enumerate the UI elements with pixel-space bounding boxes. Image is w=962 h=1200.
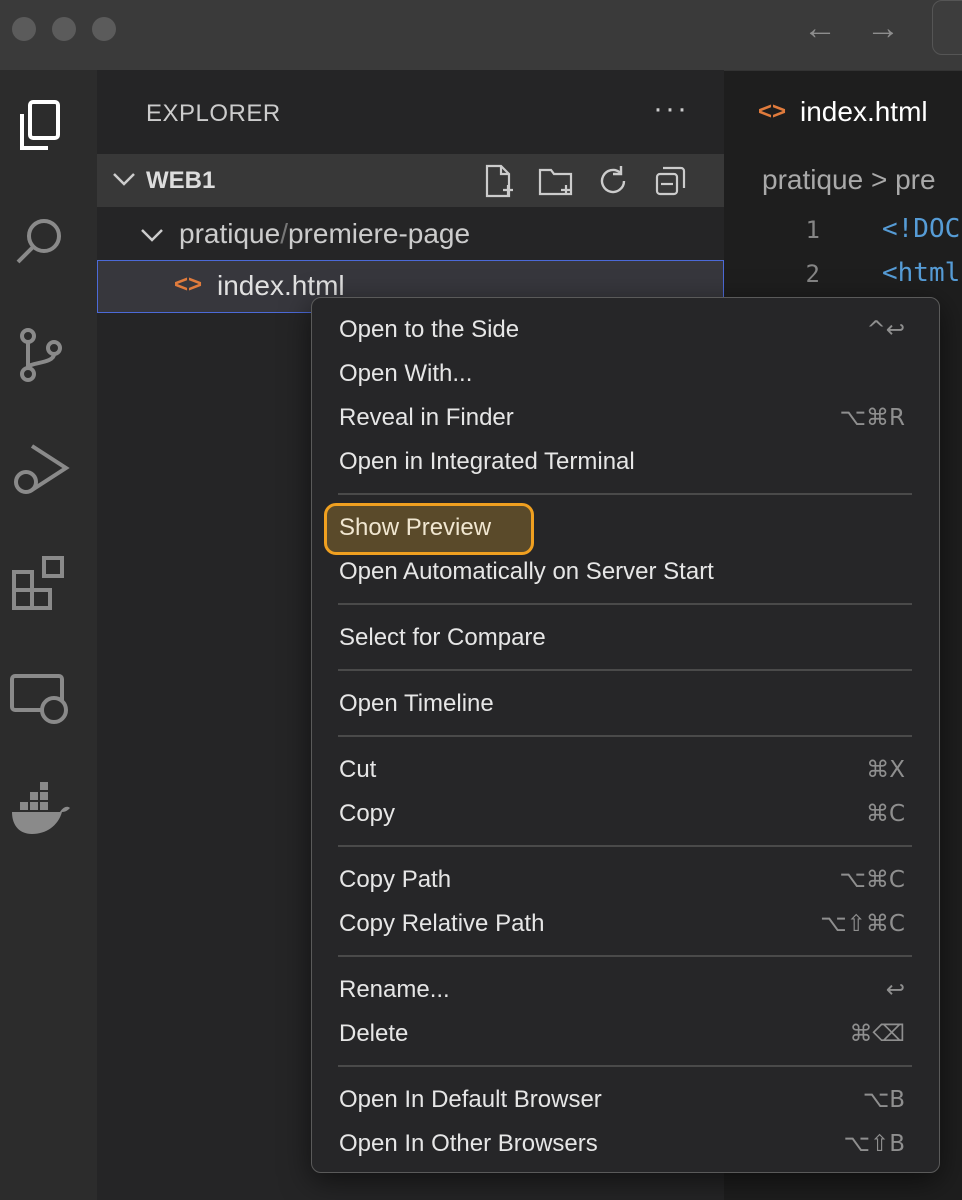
menu-item-select-for-compare[interactable]: Select for Compare bbox=[312, 617, 939, 661]
new-folder-icon[interactable] bbox=[537, 162, 575, 200]
run-debug-icon[interactable] bbox=[8, 436, 72, 500]
forward-arrow-icon[interactable]: → bbox=[866, 10, 900, 46]
menu-item-label: Cut bbox=[339, 756, 377, 783]
docker-icon[interactable] bbox=[8, 778, 72, 842]
workspace-section-header[interactable]: WEB1 bbox=[97, 154, 724, 207]
menu-item-shortcut: ⌘C bbox=[865, 801, 905, 827]
explorer-files-icon[interactable] bbox=[8, 94, 72, 158]
menu-item-label: Rename... bbox=[339, 976, 450, 1003]
menu-item-label: Open In Other Browsers bbox=[339, 1130, 598, 1157]
menu-item-label: Delete bbox=[339, 1020, 409, 1047]
menu-item-open-automatically[interactable]: Open Automatically on Server Start bbox=[312, 551, 939, 595]
menu-separator bbox=[338, 1065, 912, 1067]
line-number: 1 bbox=[805, 216, 820, 244]
line-number: 2 bbox=[805, 260, 820, 288]
menu-item-reveal-in-finder[interactable]: Reveal in Finder ⌥⌘R bbox=[312, 397, 939, 441]
folder-row[interactable]: pratique/premiere-page bbox=[97, 212, 724, 258]
explorer-title: EXPLORER bbox=[146, 100, 281, 127]
menu-item-copy-path[interactable]: Copy Path ⌥⌘C bbox=[312, 859, 939, 903]
source-control-icon[interactable] bbox=[8, 322, 72, 386]
menu-item-label: Reveal in Finder bbox=[339, 404, 514, 431]
menu-item-copy-relative-path[interactable]: Copy Relative Path ⌥⇧⌘C bbox=[312, 903, 939, 947]
menu-item-label: Copy Path bbox=[339, 866, 452, 893]
menu-separator bbox=[338, 845, 912, 847]
minimize-window-button[interactable] bbox=[52, 17, 76, 41]
menu-separator bbox=[338, 493, 912, 495]
extensions-icon[interactable] bbox=[8, 550, 72, 614]
menu-item-open-default-browser[interactable]: Open In Default Browser ⌥B bbox=[312, 1079, 939, 1123]
menu-item-label: Select for Compare bbox=[339, 624, 546, 651]
menu-item-shortcut: ⌥⌘C bbox=[839, 867, 905, 893]
context-menu: Open to the Side ^↩ Open With... Reveal … bbox=[311, 297, 940, 1173]
menu-item-label: Open to the Side bbox=[339, 316, 520, 343]
menu-item-label: Open in Integrated Terminal bbox=[339, 448, 635, 475]
workspace-title: WEB1 bbox=[146, 167, 216, 194]
menu-item-delete[interactable]: Delete ⌘⌫ bbox=[312, 1013, 939, 1057]
html-file-icon: <> bbox=[174, 271, 203, 298]
menu-item-shortcut: ⌥⇧B bbox=[843, 1131, 905, 1157]
code-text: <!DOC bbox=[882, 214, 961, 244]
editor-tab[interactable]: <> index.html bbox=[724, 70, 962, 154]
menu-item-shortcut: ↩ bbox=[885, 977, 905, 1003]
back-arrow-icon[interactable]: ← bbox=[803, 10, 837, 46]
collapse-all-icon[interactable] bbox=[651, 162, 689, 200]
remote-explorer-icon[interactable] bbox=[8, 664, 72, 728]
tab-label: index.html bbox=[800, 96, 928, 127]
menu-item-shortcut: ⌘⌫ bbox=[849, 1021, 905, 1047]
menu-item-cut[interactable]: Cut ⌘X bbox=[312, 749, 939, 793]
code-text: <html bbox=[882, 258, 961, 288]
menu-separator bbox=[338, 955, 912, 957]
menu-separator bbox=[338, 669, 912, 671]
menu-item-open-in-terminal[interactable]: Open in Integrated Terminal bbox=[312, 441, 939, 485]
menu-item-open-other-browsers[interactable]: Open In Other Browsers ⌥⇧B bbox=[312, 1123, 939, 1167]
window-titlebar: ← → bbox=[0, 0, 962, 70]
new-file-icon[interactable] bbox=[479, 162, 517, 200]
menu-item-label: Show Preview bbox=[339, 514, 492, 541]
menu-separator bbox=[338, 735, 912, 737]
menu-item-label: Open In Default Browser bbox=[339, 1086, 602, 1113]
menu-item-shortcut: ^↩ bbox=[866, 317, 905, 343]
maximize-window-button[interactable] bbox=[92, 17, 116, 41]
menu-item-shortcut: ⌥⇧⌘C bbox=[820, 911, 905, 937]
chevron-down-icon bbox=[113, 173, 135, 186]
code-line[interactable]: 1 <!DOC bbox=[724, 208, 962, 252]
menu-item-label: Open With... bbox=[339, 360, 473, 387]
menu-item-open-to-side[interactable]: Open to the Side ^↩ bbox=[312, 309, 939, 353]
chevron-down-icon bbox=[141, 229, 163, 242]
menu-item-shortcut: ⌘X bbox=[866, 757, 905, 783]
menu-item-label: Open Timeline bbox=[339, 690, 494, 717]
code-line[interactable]: 2 <html bbox=[724, 252, 962, 296]
menu-item-shortcut: ⌥B bbox=[862, 1087, 905, 1113]
refresh-icon[interactable] bbox=[594, 162, 632, 200]
menu-item-copy[interactable]: Copy ⌘C bbox=[312, 793, 939, 837]
command-center-search[interactable] bbox=[932, 0, 962, 55]
menu-item-label: Copy bbox=[339, 800, 396, 827]
menu-item-label: Open Automatically on Server Start bbox=[339, 558, 714, 585]
ellipsis-icon[interactable]: ··· bbox=[653, 92, 689, 126]
menu-item-open-with[interactable]: Open With... bbox=[312, 353, 939, 397]
menu-separator bbox=[338, 603, 912, 605]
menu-item-shortcut: ⌥⌘R bbox=[839, 405, 906, 431]
html-file-icon: <> bbox=[758, 98, 787, 125]
menu-item-show-preview[interactable]: Show Preview bbox=[312, 503, 939, 555]
menu-item-rename[interactable]: Rename... ↩ bbox=[312, 969, 939, 1013]
close-window-button[interactable] bbox=[12, 17, 36, 41]
menu-item-label: Copy Relative Path bbox=[339, 910, 545, 937]
breadcrumb[interactable]: pratique > pre bbox=[762, 164, 936, 196]
folder-label: pratique/premiere-page bbox=[179, 218, 471, 249]
activity-bar bbox=[0, 70, 97, 1200]
menu-item-open-timeline[interactable]: Open Timeline bbox=[312, 683, 939, 727]
search-icon[interactable] bbox=[8, 208, 72, 272]
